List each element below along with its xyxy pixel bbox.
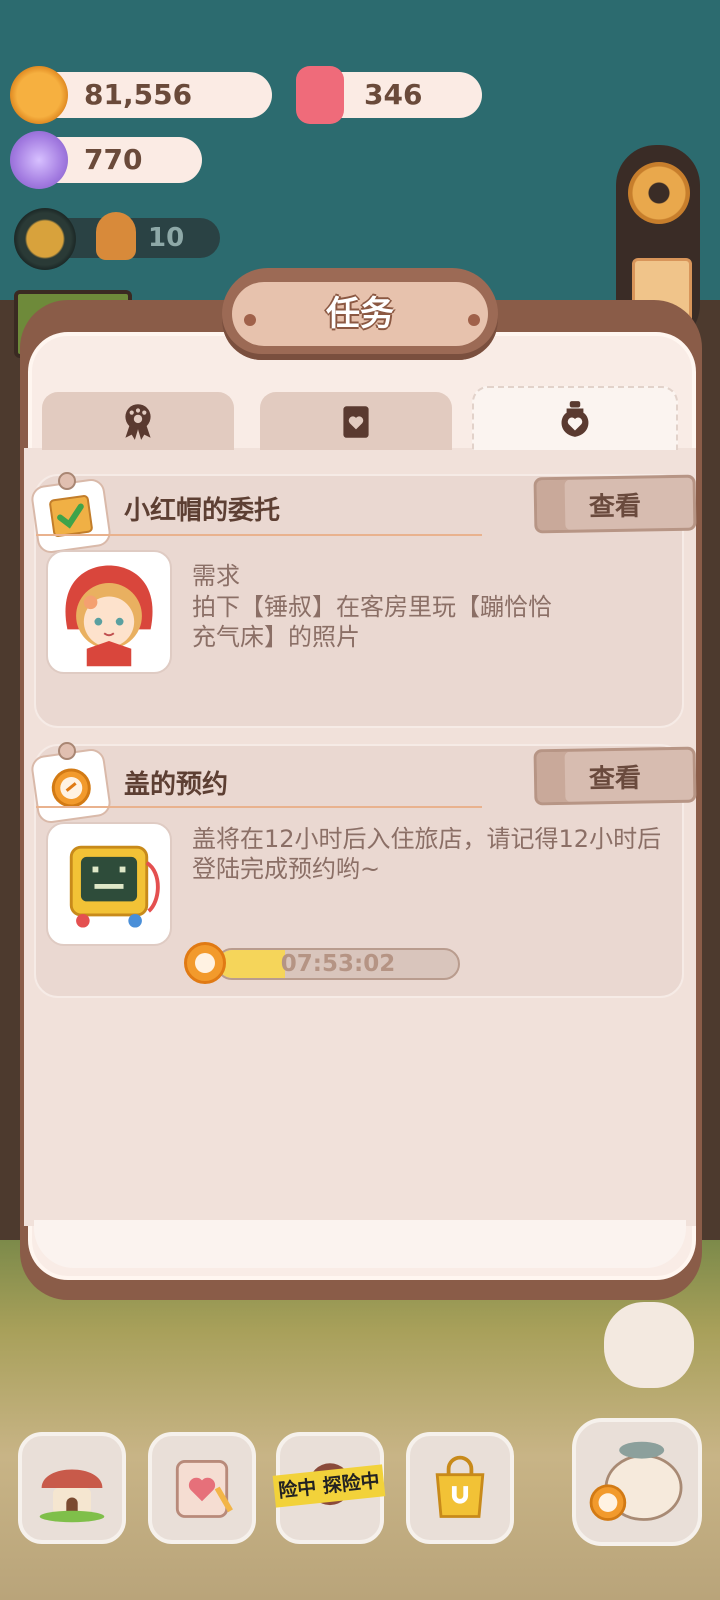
diary-heart-icon — [175, 1459, 233, 1518]
robot-gai-avatar — [46, 822, 172, 946]
title-underline — [36, 806, 482, 808]
tab-requests[interactable] — [472, 386, 678, 450]
view-button[interactable]: 查看 — [533, 746, 697, 806]
cookie-value: 81,556 — [84, 78, 193, 111]
paw-badge-icon — [125, 404, 151, 440]
diary-button[interactable] — [148, 1432, 256, 1544]
sun-icon — [14, 208, 76, 270]
cat-with-clock-icon — [589, 1441, 683, 1521]
gem-counter[interactable]: 346 — [296, 66, 482, 124]
alarm-clock-icon — [184, 942, 226, 984]
title-underline — [36, 534, 482, 536]
red-riding-hood-avatar — [46, 550, 172, 674]
character-chat-button[interactable] — [604, 1302, 694, 1388]
countdown-bar: 07:53:02 — [216, 948, 460, 980]
candy-counter[interactable]: 770 — [10, 131, 202, 189]
jelly-gem-icon — [296, 66, 344, 124]
paper-heart-icon — [343, 406, 369, 438]
panel-title: 任务 — [326, 294, 394, 334]
mushroom-house-icon — [39, 1469, 105, 1523]
shopping-bag-icon — [435, 1455, 485, 1518]
cat-task-button[interactable] — [572, 1418, 702, 1546]
requirement-label: 需求 — [192, 562, 240, 590]
candy-value: 770 — [84, 143, 143, 176]
gingerbread-value: 10 — [148, 223, 185, 253]
badge-pin — [58, 472, 76, 490]
tab-notes[interactable] — [260, 392, 452, 450]
gem-value: 346 — [364, 78, 423, 111]
task-panel-footer — [34, 1220, 686, 1268]
candy-icon — [10, 131, 68, 189]
bottle-heart-icon — [561, 401, 589, 437]
countdown-text: 07:53:02 — [280, 951, 396, 977]
cookie-icon — [10, 66, 68, 124]
settings-gear-icon[interactable] — [628, 162, 690, 224]
gingerbread-icon — [96, 212, 136, 260]
mushroom-house-button[interactable] — [18, 1432, 126, 1544]
task-title: 盖的预约 — [124, 770, 229, 800]
task-description: 盖将在12小时后入住旅店，请记得12小时后登陆完成预约哟~ — [192, 825, 662, 883]
task-description: 拍下【锤叔】在客房里玩【蹦恰恰充气床】的照片 — [192, 593, 552, 651]
task-title: 小红帽的委托 — [124, 496, 281, 526]
cookie-counter[interactable]: 81,556 — [10, 66, 272, 124]
badge-pin — [58, 742, 76, 760]
tab-achievements[interactable] — [42, 392, 234, 450]
view-button[interactable]: 查看 — [533, 474, 697, 534]
shop-button[interactable] — [406, 1432, 514, 1544]
